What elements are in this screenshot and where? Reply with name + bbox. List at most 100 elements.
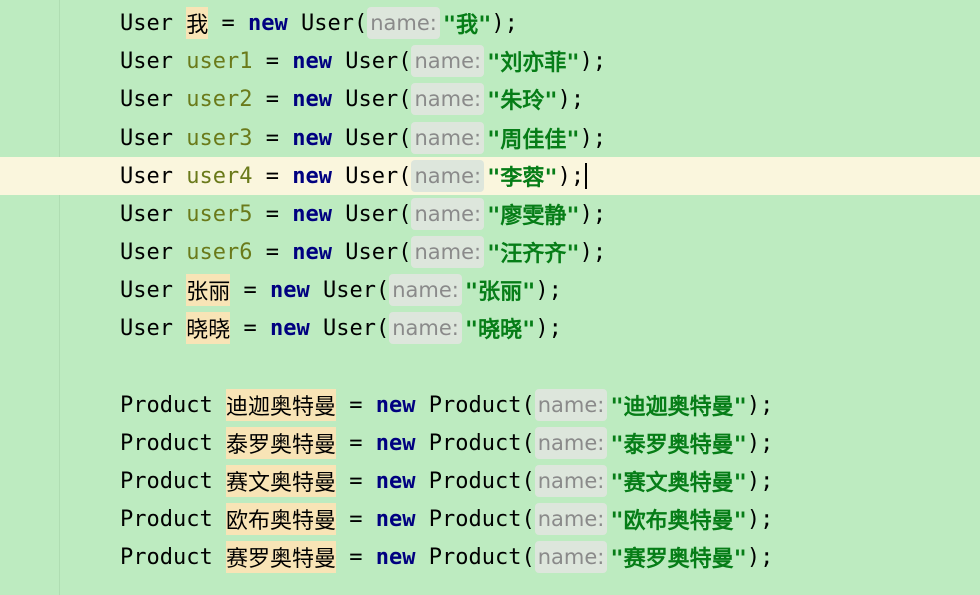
variable-name[interactable]: user2 [186,87,252,112]
type-name: User [120,239,173,265]
assign-operator: = [335,506,376,532]
type-name: User [120,48,173,74]
code-statement: Product 赛文奥特曼 = new Product(name: "赛文奥特曼"… [120,465,773,497]
close-paren-semicolon: ); [579,239,607,265]
constructor-name: User [323,315,376,341]
string-literal: "周佳佳" [487,128,580,153]
open-paren: ( [398,163,412,189]
assign-operator: = [335,392,376,418]
close-paren-semicolon: ); [535,315,562,341]
type-name: User [120,125,173,151]
variable-name[interactable]: 晓晓 [186,312,231,344]
type-name: User [120,86,173,112]
close-paren-semicolon: ); [557,163,585,189]
keyword-new: new [375,468,416,494]
code-line[interactable]: Product 泰罗奥特曼 = new Product(name: "泰罗奥特曼"… [0,424,980,462]
constructor-name: Product [428,544,522,570]
string-literal: "汪齐齐" [487,242,580,267]
type-name: User [120,315,173,341]
variable-name[interactable]: 欧布奥特曼 [225,503,336,535]
close-paren-semicolon: ); [579,48,607,74]
variable-name[interactable]: user3 [186,126,252,151]
string-literal: "李蓉" [487,166,558,191]
string-literal: "廖雯静" [487,204,580,229]
parameter-hint: name: [534,465,608,497]
open-paren: ( [375,277,390,303]
assign-operator: = [252,125,293,151]
variable-name[interactable]: 赛罗奥特曼 [225,541,336,573]
variable-name[interactable]: user6 [186,240,252,265]
close-paren-semicolon: ); [746,506,774,532]
current-code-line[interactable]: User user4 = new User(name: "李蓉"); [0,157,980,195]
parameter-hint: name: [389,274,462,306]
open-paren: ( [521,544,535,570]
open-paren: ( [398,48,412,74]
keyword-new: new [292,239,332,265]
parameter-hint: name: [411,83,485,115]
variable-name[interactable]: user5 [186,202,252,227]
constructor-name: User [301,10,354,36]
variable-name[interactable]: 迪迦奥特曼 [225,389,336,421]
code-statement: Product 泰罗奥特曼 = new Product(name: "泰罗奥特曼"… [120,427,773,459]
code-statement: User 我 = new User(name: "我"); [120,7,518,39]
assign-operator: = [335,430,376,456]
type-name: User [120,163,173,189]
type-name: User [120,201,173,227]
open-paren: ( [398,201,412,227]
constructor-name: User [345,201,399,227]
assign-operator: = [335,468,376,494]
string-literal: "我" [442,13,492,38]
assign-operator: = [252,239,293,265]
close-paren-semicolon: ); [579,125,607,151]
string-literal: "刘亦菲" [487,51,580,76]
code-line[interactable]: User 张丽 = new User(name: "张丽"); [0,271,980,309]
string-literal: "迪迦奥特曼" [610,395,747,420]
variable-name[interactable]: 赛文奥特曼 [225,465,336,497]
code-line[interactable]: Product 赛罗奥特曼 = new Product(name: "赛罗奥特曼"… [0,538,980,576]
assign-operator: = [252,201,293,227]
type-name: User [120,10,173,36]
code-line[interactable]: User user1 = new User(name: "刘亦菲"); [0,42,980,80]
open-paren: ( [398,239,412,265]
code-line[interactable]: User 晓晓 = new User(name: "晓晓"); [0,309,980,347]
code-line[interactable]: User user3 = new User(name: "周佳佳"); [0,119,980,157]
variable-name[interactable]: 我 [186,7,209,39]
code-line[interactable]: User user6 = new User(name: "汪齐齐"); [0,233,980,271]
code-line[interactable]: User user5 = new User(name: "廖雯静"); [0,195,980,233]
parameter-hint: name: [411,45,485,77]
variable-name[interactable]: 张丽 [186,274,231,306]
code-line[interactable]: Product 欧布奥特曼 = new Product(name: "欧布奥特曼"… [0,500,980,538]
code-line[interactable]: Product 赛文奥特曼 = new Product(name: "赛文奥特曼"… [0,462,980,500]
code-line[interactable]: User user2 = new User(name: "朱玲"); [0,80,980,118]
variable-name[interactable]: user1 [186,49,252,74]
variable-name[interactable]: user4 [186,164,252,189]
open-paren: ( [398,86,412,112]
close-paren-semicolon: ); [579,201,607,227]
keyword-new: new [292,163,332,189]
code-line[interactable]: User 我 = new User(name: "我"); [0,4,980,42]
close-paren-semicolon: ); [746,544,774,570]
code-editor[interactable]: User 我 = new User(name: "我"); User user1 =… [0,0,980,595]
code-line[interactable]: Product 迪迦奥特曼 = new Product(name: "迪迦奥特曼"… [0,386,980,424]
keyword-new: new [292,201,332,227]
string-literal: "欧布奥特曼" [610,509,747,534]
type-name: Product [120,392,213,418]
open-paren: ( [521,468,535,494]
string-literal: "张丽" [464,280,536,305]
variable-name[interactable]: 泰罗奥特曼 [225,427,336,459]
type-name: Product [120,506,213,532]
